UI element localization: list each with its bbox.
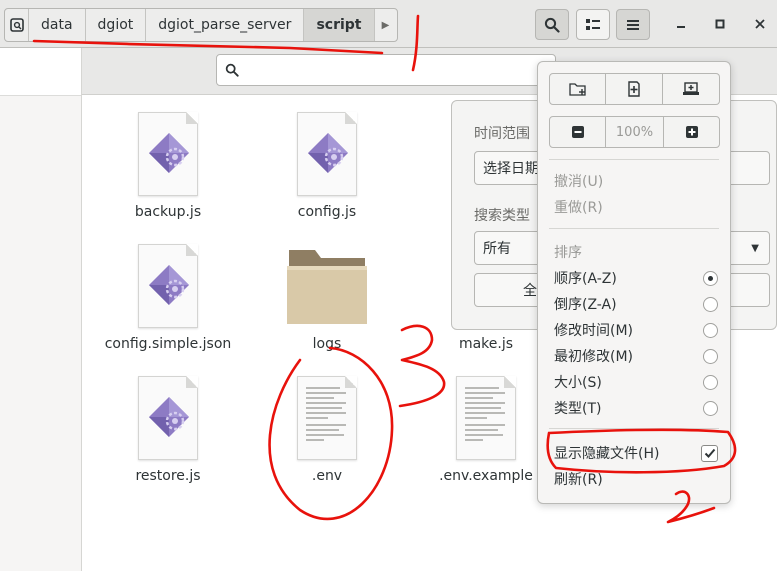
sort-radio[interactable] [703, 322, 718, 338]
select-date-label: 选择日期 [483, 161, 539, 177]
path-root-button[interactable] [5, 9, 29, 41]
menu-separator [549, 228, 719, 229]
js-file-icon [297, 112, 357, 196]
header-bar: data dgiot dgiot_parse_server script ▶ [0, 0, 777, 48]
show-hidden-checkbox[interactable] [701, 444, 718, 462]
zoom-in-icon [685, 126, 698, 138]
menu-button[interactable] [616, 9, 650, 40]
file-name: config.simple.json [104, 336, 232, 352]
sort-modified-item[interactable]: 修改时间(M) [554, 318, 718, 342]
zoom-out-button[interactable] [549, 116, 606, 148]
search-button[interactable] [535, 9, 569, 40]
maximize-button[interactable] [709, 13, 731, 35]
text-file-icon [456, 376, 516, 460]
search-entry[interactable] [216, 54, 556, 86]
path-segment-script[interactable]: script [304, 9, 375, 41]
file-name: restore.js [135, 468, 201, 484]
file-name: backup.js [134, 204, 202, 220]
path-segment-data[interactable]: data [29, 9, 86, 41]
file-name: .env.example [439, 468, 533, 484]
folder-icon [285, 244, 369, 328]
sidebar-selected-item[interactable] [0, 48, 81, 96]
sort-header: 排序 [554, 245, 582, 261]
refresh-item[interactable]: 刷新(R) [554, 467, 718, 491]
new-folder-icon [568, 83, 586, 96]
menu-separator [549, 159, 719, 160]
file-item[interactable]: config.js [257, 112, 397, 220]
js-file-icon [138, 244, 198, 328]
close-button[interactable] [749, 13, 771, 35]
search-type-value: 所有 [483, 241, 511, 257]
redo-label: 重做(R) [554, 200, 603, 216]
drive-icon [9, 18, 24, 32]
minimize-button[interactable] [670, 13, 692, 35]
search-type-all-label: 全 [523, 283, 537, 299]
zoom-out-icon [571, 126, 584, 138]
time-range-label: 时间范围 [474, 126, 530, 142]
file-name: .env [311, 468, 343, 484]
new-folder-button[interactable] [549, 73, 606, 105]
bookmark-button[interactable] [606, 73, 663, 105]
file-name: make.js [458, 336, 514, 352]
js-file-icon [138, 112, 198, 196]
new-tab-button[interactable] [663, 73, 720, 105]
search-type-label: 搜索类型 [474, 208, 530, 224]
sort-radio[interactable] [703, 374, 718, 390]
add-bookmark-icon [628, 81, 640, 97]
file-item[interactable]: restore.js [98, 376, 238, 484]
sort-option-label: 修改时间(M) [554, 323, 634, 339]
file-item[interactable]: config.simple.json [98, 244, 238, 352]
sort-first-modified-item[interactable]: 最初修改(M) [554, 344, 718, 368]
file-item[interactable]: backup.js [98, 112, 238, 220]
close-icon [755, 19, 765, 29]
new-tab-icon [683, 82, 699, 95]
file-name: config.js [297, 204, 357, 220]
text-file-icon [297, 376, 357, 460]
sort-radio[interactable] [703, 348, 718, 364]
path-segment-dgiot-parse-server[interactable]: dgiot_parse_server [146, 9, 305, 41]
file-item[interactable]: .env [257, 376, 397, 484]
sort-za-item[interactable]: 倒序(Z-A) [554, 292, 718, 316]
file-item[interactable]: logs [257, 244, 397, 352]
sort-type-item[interactable]: 类型(T) [554, 396, 718, 420]
maximize-icon [715, 19, 725, 29]
search-input[interactable] [247, 62, 537, 78]
redo-item[interactable]: 重做(R) [554, 195, 718, 219]
sidebar [0, 48, 82, 571]
sort-radio-selected[interactable] [703, 270, 718, 286]
sort-az-item[interactable]: 顺序(A-Z) [554, 266, 718, 290]
sort-radio[interactable] [703, 296, 718, 312]
menu-separator [549, 428, 719, 429]
sort-radio[interactable] [703, 400, 718, 416]
refresh-label: 刷新(R) [554, 472, 603, 488]
search-icon [225, 63, 239, 77]
sort-option-label: 类型(T) [554, 401, 602, 417]
checkmark-icon [704, 448, 715, 458]
minimize-icon [677, 26, 685, 28]
js-file-icon [138, 376, 198, 460]
zoom-level[interactable]: 100% [606, 116, 663, 148]
file-name: logs [312, 336, 342, 352]
view-toggle-button[interactable] [576, 9, 610, 40]
path-segment-dgiot[interactable]: dgiot [86, 9, 147, 41]
search-icon [544, 17, 560, 33]
show-hidden-files-item[interactable]: 显示隐藏文件(H) [554, 441, 718, 465]
list-view-icon [586, 18, 600, 30]
path-forward-arrow[interactable]: ▶ [375, 9, 397, 41]
file-item[interactable]: .env.example [416, 376, 556, 484]
sort-option-label: 顺序(A-Z) [554, 271, 617, 287]
sort-option-label: 大小(S) [554, 375, 602, 391]
chevron-down-icon: ▼ [751, 242, 759, 254]
path-bar: data dgiot dgiot_parse_server script ▶ [4, 8, 398, 42]
sort-option-label: 最初修改(M) [554, 349, 634, 365]
main-menu-popover: 100% 撤消(U) 重做(R) 排序 顺序(A-Z) 倒序(Z-A) 修改时间… [537, 61, 731, 504]
undo-label: 撤消(U) [554, 174, 604, 190]
zoom-in-button[interactable] [663, 116, 720, 148]
sort-option-label: 倒序(Z-A) [554, 297, 617, 313]
undo-item[interactable]: 撤消(U) [554, 169, 718, 193]
sort-size-item[interactable]: 大小(S) [554, 370, 718, 394]
show-hidden-files-label: 显示隐藏文件(H) [554, 446, 660, 462]
hamburger-icon [627, 19, 639, 30]
